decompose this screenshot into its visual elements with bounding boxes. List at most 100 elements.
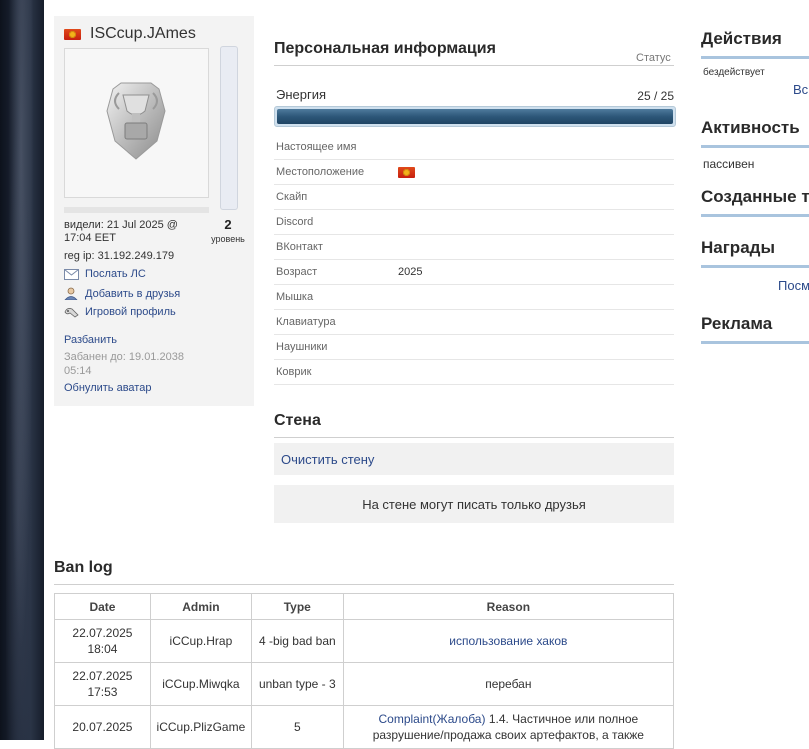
reset-avatar-link[interactable]: Обнулить аватар: [64, 382, 151, 394]
info-label: Настоящее имя: [276, 141, 357, 153]
ban-date: 22.07.2025 17:53: [54, 662, 151, 706]
username-row: ISCcup.JAmes: [64, 25, 196, 43]
info-label: Discord: [276, 216, 314, 228]
banned-until: Забанен до: 19.01.2038 05:14: [64, 351, 184, 377]
created-topics-title: Созданные т: [701, 187, 809, 206]
column-header-type: Type: [250, 593, 344, 620]
user-add-icon: [64, 287, 78, 300]
game-profile-link[interactable]: Игровой профиль: [64, 306, 176, 318]
avatar: [64, 48, 209, 198]
awards-title: Награды: [701, 238, 775, 257]
energy-value: 25 / 25: [637, 89, 674, 103]
ban-reason-link[interactable]: использование хаков: [449, 634, 567, 648]
column-header-admin: Admin: [149, 593, 252, 620]
table-row: 20.07.2025 iCCup.PlizGame 5 Complaint(Жа…: [54, 705, 675, 749]
table-row: 22.07.2025 18:04 iCCup.Hrap 4 -big bad b…: [54, 619, 675, 663]
info-row-headphones: Наушники: [274, 335, 674, 360]
ban-reason: Complaint(Жалоба) 1.4. Частичное или пол…: [342, 705, 675, 749]
reg-ip: reg ip: 31.192.249.179: [64, 250, 175, 262]
location-flag-icon: [398, 166, 415, 178]
profile-panel: ISCcup.JAmes 2 уровень видели: 21 Jul 20…: [54, 16, 254, 406]
ban-admin: iCCup.PlizGame: [149, 705, 252, 749]
send-message-link[interactable]: Послать ЛС: [64, 268, 146, 280]
ban-reason: перебан: [342, 662, 675, 706]
trophy-shield-icon: [106, 82, 166, 160]
game-controller-icon: [64, 308, 79, 318]
ads-title: Реклама: [701, 314, 773, 333]
ban-type: unban type - 3: [250, 662, 344, 706]
activity-status: пассивен: [703, 157, 755, 171]
banlog-divider: [54, 584, 674, 585]
level-number: 2: [224, 217, 232, 232]
wall-title: Стена: [274, 412, 321, 429]
activity-title: Активность: [701, 118, 800, 137]
ban-date: 22.07.2025 18:04: [54, 619, 151, 663]
info-row-mouse: Мышка: [274, 285, 674, 310]
info-label: Клавиатура: [276, 316, 336, 328]
energy-label: Энергия: [276, 87, 327, 102]
energy-bar: [274, 106, 676, 127]
info-label: Возраст: [276, 266, 318, 278]
envelope-icon: [64, 268, 79, 280]
ban-reason-link[interactable]: Complaint(Жалоба): [378, 712, 485, 726]
info-label: ВКонтакт: [276, 241, 323, 253]
avatar-progress: [64, 207, 209, 213]
actions-title: Действия: [701, 29, 782, 48]
clear-wall-row: Очистить стену: [274, 443, 674, 475]
username: ISCcup.JAmes: [90, 25, 196, 42]
ban-date: 20.07.2025: [54, 705, 151, 749]
country-flag-icon: [64, 28, 81, 40]
awards-divider: [701, 265, 809, 268]
ads-divider: [701, 341, 809, 344]
ban-admin: iCCup.Miwqka: [149, 662, 252, 706]
energy-bar-fill: [277, 109, 673, 124]
personal-info-divider: [274, 65, 674, 66]
info-label: Мышка: [276, 291, 314, 303]
awards-view-link[interactable]: Посм: [778, 278, 809, 293]
actions-all-link[interactable]: Вс: [793, 82, 808, 97]
info-label: Местоположение: [276, 166, 365, 178]
info-row-vk: ВКонтакт: [274, 235, 674, 260]
info-label: Коврик: [276, 366, 312, 378]
personal-info-title: Персональная информация: [274, 40, 496, 57]
info-value: [398, 166, 415, 178]
info-row-real-name: Настоящее имя: [274, 135, 674, 160]
created-topics-divider: [701, 214, 809, 217]
info-label: Скайп: [276, 191, 308, 203]
info-value: 2025: [398, 266, 423, 278]
background-art: [0, 0, 44, 740]
clear-wall-link[interactable]: Очистить стену: [281, 452, 374, 467]
info-row-keyboard: Клавиатура: [274, 310, 674, 335]
info-row-discord: Discord: [274, 210, 674, 235]
ban-reason-text: перебан: [485, 677, 532, 691]
ban-admin: iCCup.Hrap: [149, 619, 252, 663]
actions-status: бездействует: [703, 67, 765, 78]
send-message-label: Послать ЛС: [85, 268, 146, 280]
info-row-age: Возраст 2025: [274, 260, 674, 285]
wall-notice: На стене могут писать только друзья: [274, 485, 674, 523]
status-label: Статус: [636, 52, 671, 64]
activity-divider: [701, 145, 809, 148]
level-label: уровень: [211, 234, 245, 244]
add-friend-label: Добавить в друзья: [85, 287, 181, 300]
banlog-title: Ban log: [54, 559, 113, 576]
ban-reason: использование хаков: [342, 619, 675, 663]
unban-link[interactable]: Разбанить: [64, 334, 117, 346]
table-row: 22.07.2025 17:53 iCCup.Miwqka unban type…: [54, 662, 675, 706]
wall-divider: [274, 437, 674, 438]
level-bar: [220, 46, 238, 210]
banlog-header-row: Date Admin Type Reason: [54, 593, 675, 620]
add-friend-link[interactable]: Добавить в друзья: [64, 287, 180, 300]
actions-divider: [701, 56, 809, 59]
game-profile-label: Игровой профиль: [85, 306, 176, 318]
column-header-reason: Reason: [342, 593, 675, 620]
info-row-mousepad: Коврик: [274, 360, 674, 385]
ban-type: 5: [250, 705, 344, 749]
ban-type: 4 -big bad ban: [250, 619, 344, 663]
info-row-skype: Скайп: [274, 185, 674, 210]
info-label: Наушники: [276, 341, 328, 353]
info-row-location: Местоположение: [274, 160, 674, 185]
banlog-table: Date Admin Type Reason 22.07.2025 18:04 …: [54, 593, 675, 749]
last-seen: видели: 21 Jul 2025 @ 17:04 EET: [64, 219, 178, 244]
column-header-date: Date: [54, 593, 151, 620]
